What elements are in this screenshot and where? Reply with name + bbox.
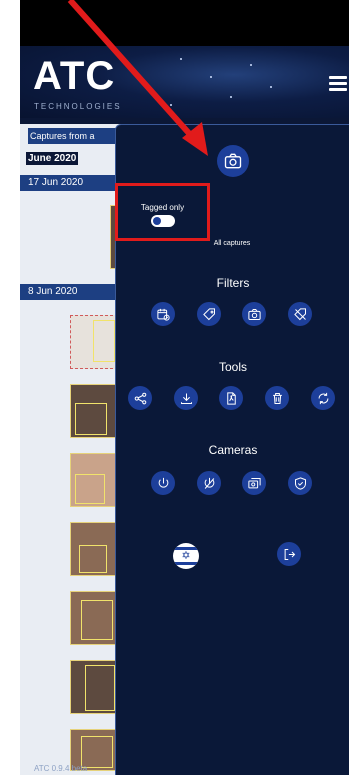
capture-thumbnail[interactable] [70,453,118,507]
tagged-only-toggle[interactable] [151,215,175,227]
pdf-icon[interactable] [219,386,243,410]
share-icon[interactable] [128,386,152,410]
power-icon[interactable] [151,471,175,495]
shield-check-icon[interactable] [288,471,312,495]
camera-settings-icon[interactable] [242,471,266,495]
israel-flag-icon[interactable]: ✡ [173,543,199,569]
camera-filter-icon[interactable] [242,302,266,326]
logout-icon[interactable] [277,542,301,566]
all-captures-label: All captures [213,240,251,247]
trash-icon[interactable] [265,386,289,410]
cameras-title: Cameras [208,443,258,457]
hamburger-menu-icon[interactable] [329,76,347,94]
capture-thumbnail[interactable] [70,315,118,369]
capture-thumbnail[interactable] [70,591,118,645]
capture-thumbnail[interactable] [70,522,118,576]
tools-title: Tools [218,360,247,374]
camera-icon[interactable] [217,145,249,177]
refresh-icon[interactable] [311,386,335,410]
tag-icon[interactable] [197,302,221,326]
power-off-icon[interactable] [197,471,221,495]
tagged-only-toggle-group: Tagged only [115,183,210,241]
capture-thumbnail[interactable] [70,384,118,438]
untag-icon[interactable] [288,302,312,326]
capture-thumbnail[interactable] [70,660,118,714]
tagged-only-label: Tagged only [140,203,185,212]
annotation-arrow [67,0,208,156]
app-version: ATC 0.9.4 beta [34,764,88,773]
calendar-clock-icon[interactable] [151,302,175,326]
filters-title: Filters [216,276,250,290]
download-icon[interactable] [174,386,198,410]
